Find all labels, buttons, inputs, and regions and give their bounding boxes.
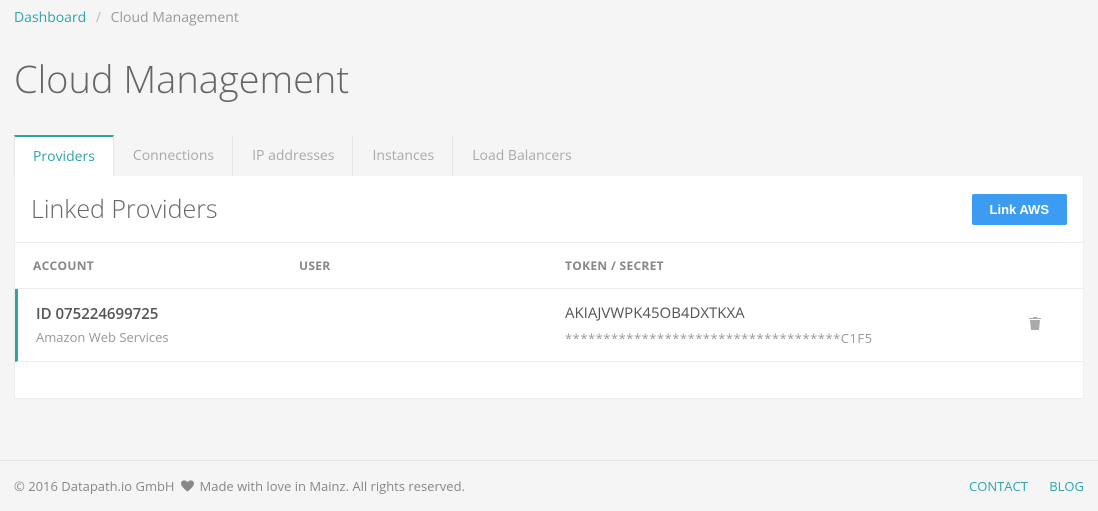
footer-link-contact[interactable]: CONTACT	[969, 477, 1028, 495]
column-header-token: TOKEN / SECRET	[565, 257, 1005, 274]
footer: © 2016 Datapath.io GmbH Made with love i…	[0, 460, 1098, 511]
table-row: ID 075224699725 Amazon Web Services AKIA…	[15, 289, 1083, 362]
tabs: Providers Connections IP addresses Insta…	[0, 135, 1098, 176]
tab-providers[interactable]: Providers	[14, 135, 114, 176]
cell-token: AKIAJVWPK45OB4DXTKXA *******************…	[565, 303, 1005, 347]
cell-actions	[1005, 315, 1065, 336]
panel-header: Linked Providers Link AWS	[15, 176, 1083, 242]
link-aws-button[interactable]: Link AWS	[972, 194, 1067, 225]
column-header-account: ACCOUNT	[33, 257, 299, 274]
cell-account: ID 075224699725 Amazon Web Services	[36, 304, 299, 346]
heart-icon	[181, 480, 194, 492]
table-header: ACCOUNT USER TOKEN / SECRET	[15, 242, 1083, 289]
secret-value: ************************************C1F5	[565, 329, 1005, 347]
footer-links: CONTACT BLOG	[951, 477, 1084, 495]
panel-providers: Linked Providers Link AWS ACCOUNT USER T…	[14, 176, 1084, 399]
breadcrumb: Dashboard / Cloud Management	[0, 0, 1098, 39]
breadcrumb-dashboard-link[interactable]: Dashboard	[14, 8, 86, 27]
tab-connections[interactable]: Connections	[114, 135, 233, 176]
account-name: Amazon Web Services	[36, 328, 299, 346]
tab-load-balancers[interactable]: Load Balancers	[453, 135, 589, 176]
footer-copyright-suffix: Made with love in Mainz. All rights rese…	[200, 477, 465, 495]
token-value: AKIAJVWPK45OB4DXTKXA	[565, 303, 1005, 323]
panel-title: Linked Providers	[31, 192, 218, 226]
column-header-actions	[1005, 257, 1065, 274]
account-id: ID 075224699725	[36, 304, 299, 324]
column-header-user: USER	[299, 257, 565, 274]
footer-copyright-prefix: © 2016 Datapath.io GmbH	[14, 477, 175, 495]
breadcrumb-current: Cloud Management	[111, 8, 239, 27]
page-title: Cloud Management	[0, 39, 1098, 135]
footer-copyright: © 2016 Datapath.io GmbH Made with love i…	[14, 477, 465, 495]
breadcrumb-separator: /	[96, 8, 101, 27]
trash-icon[interactable]	[1028, 317, 1042, 336]
tab-instances[interactable]: Instances	[353, 135, 453, 176]
tab-ip-addresses[interactable]: IP addresses	[233, 135, 353, 176]
footer-link-blog[interactable]: BLOG	[1049, 477, 1084, 495]
